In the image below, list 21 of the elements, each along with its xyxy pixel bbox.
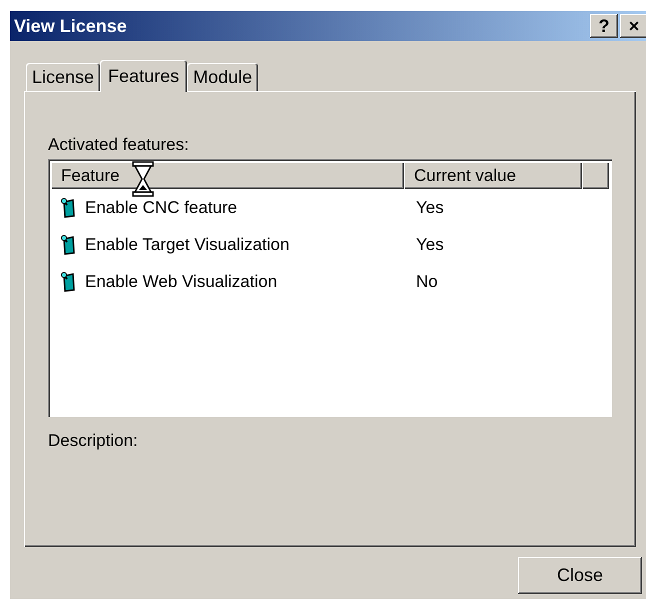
table-cell: Enable CNC feature bbox=[85, 198, 238, 218]
window-title: View License bbox=[14, 16, 127, 36]
column-header[interactable]: Current value bbox=[404, 162, 582, 189]
feature-icon bbox=[61, 272, 77, 292]
feature-icon bbox=[61, 198, 77, 218]
description-label: Description: bbox=[48, 431, 139, 451]
close-button[interactable]: Close bbox=[518, 557, 642, 594]
table-cell: Yes bbox=[416, 234, 444, 254]
help-button[interactable]: ? bbox=[590, 14, 618, 38]
tab[interactable]: Module bbox=[187, 63, 258, 91]
tab[interactable]: License bbox=[26, 63, 100, 91]
table-cell: Enable Target Visualization bbox=[85, 234, 290, 254]
column-header bbox=[582, 162, 609, 189]
tab[interactable]: Features bbox=[100, 60, 188, 92]
column-header[interactable]: Feature bbox=[51, 162, 404, 189]
close-button[interactable]: × bbox=[620, 14, 646, 38]
table-cell: Enable Web Visualization bbox=[85, 272, 278, 292]
feature-icon bbox=[61, 234, 77, 254]
list-label: Activated features: bbox=[48, 135, 190, 155]
table-cell: Yes bbox=[416, 198, 444, 216]
table-cell: No bbox=[416, 272, 438, 290]
